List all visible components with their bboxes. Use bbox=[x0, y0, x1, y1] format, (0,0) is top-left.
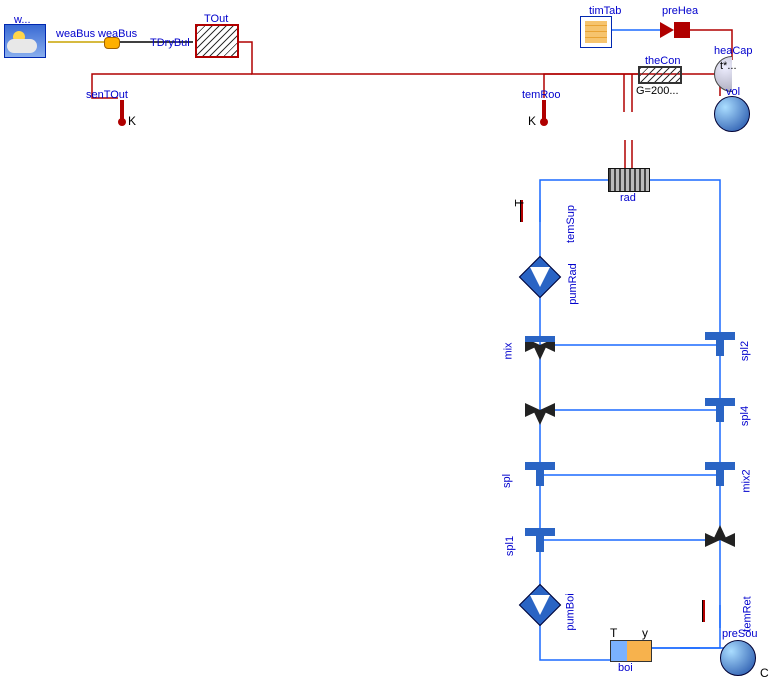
spl-label: spl bbox=[501, 474, 513, 488]
tout-block[interactable] bbox=[195, 24, 239, 58]
timtab-block[interactable] bbox=[580, 16, 612, 48]
temroo-unit: K bbox=[528, 114, 536, 128]
heacap-label: heaCap bbox=[714, 45, 753, 57]
tdrybul-label: TDryBul bbox=[150, 37, 190, 49]
prehea-label: preHea bbox=[662, 5, 698, 17]
boiler-T: T bbox=[610, 626, 617, 640]
boiler-y: y bbox=[642, 626, 648, 640]
temsup-label: temSup bbox=[565, 205, 577, 243]
presou-label: preSou bbox=[722, 628, 757, 640]
temret-label: temRet bbox=[742, 596, 754, 631]
pumboi-label: pumBoi bbox=[565, 593, 577, 630]
temroo-icon[interactable] bbox=[542, 100, 546, 120]
vol-icon[interactable] bbox=[714, 96, 750, 132]
presou-icon[interactable] bbox=[720, 640, 756, 676]
spl1-block[interactable] bbox=[525, 528, 555, 552]
boiler-label: boi bbox=[618, 662, 633, 674]
spl1-label: spl1 bbox=[504, 536, 516, 556]
thecon-value: G=200... bbox=[636, 85, 679, 97]
boiler-block[interactable] bbox=[610, 640, 652, 662]
spl4-label: spl4 bbox=[739, 406, 751, 426]
mix2-label: mix2 bbox=[741, 469, 753, 492]
spl-block[interactable] bbox=[525, 462, 555, 486]
sentout-unit: K bbox=[128, 114, 136, 128]
radiator-label: rad bbox=[620, 192, 636, 204]
mix2-block[interactable] bbox=[705, 462, 735, 486]
weabus-label-1: weaBus bbox=[56, 28, 95, 40]
spl2-block[interactable] bbox=[705, 332, 735, 356]
weather-label: w... bbox=[14, 14, 31, 26]
mix-valve[interactable] bbox=[525, 330, 555, 360]
presou-unit: C bbox=[760, 666, 769, 680]
sentout-icon[interactable] bbox=[120, 100, 124, 120]
weather-source[interactable] bbox=[4, 24, 46, 58]
temret-icon[interactable] bbox=[702, 600, 705, 622]
pumboi-block[interactable] bbox=[525, 590, 555, 620]
heacap-tstar: t*... bbox=[720, 60, 737, 72]
weabus-label-2: weaBus bbox=[98, 28, 137, 40]
prehea-port bbox=[674, 22, 690, 38]
mix-label: mix bbox=[503, 342, 515, 359]
thecon-block[interactable] bbox=[638, 66, 682, 84]
prehea-icon[interactable] bbox=[660, 22, 674, 38]
three-way-valve-right[interactable] bbox=[705, 525, 735, 555]
pumrad-label: pumRad bbox=[567, 263, 579, 305]
spl2-label: spl2 bbox=[739, 341, 751, 361]
three-way-valve-left[interactable] bbox=[525, 395, 555, 425]
radiator-icon[interactable] bbox=[608, 168, 650, 192]
spl4-block[interactable] bbox=[705, 398, 735, 422]
temsup-T: T bbox=[513, 199, 527, 206]
pumrad-block[interactable] bbox=[525, 262, 555, 292]
